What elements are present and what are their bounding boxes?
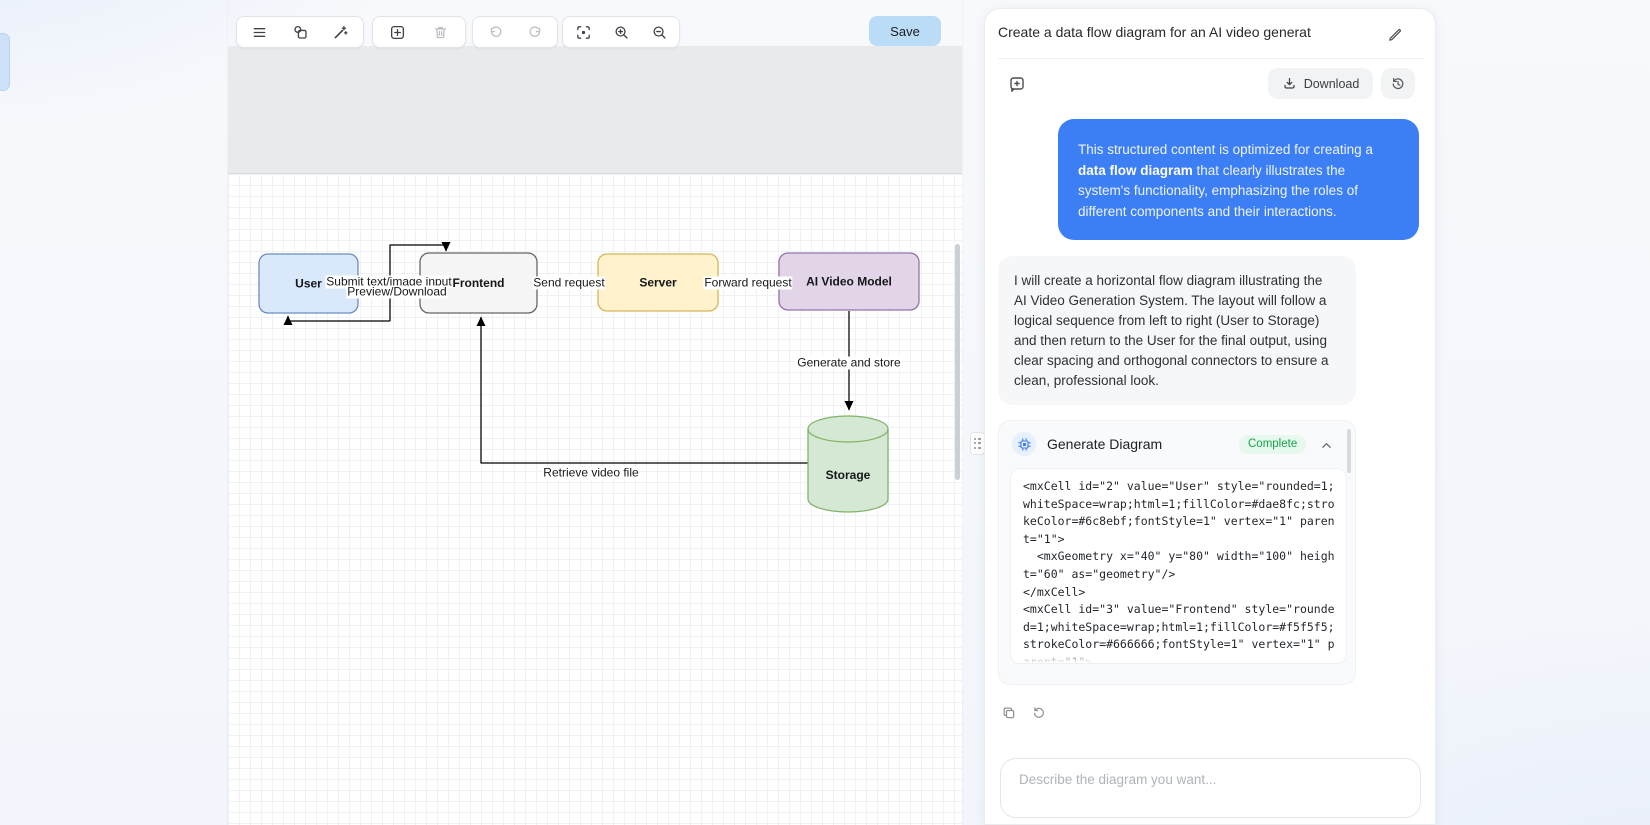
user-message-line: This structured content is optimized for… <box>1078 142 1373 157</box>
assistant-message-bubble: I will create a horizontal flow diagram … <box>998 256 1356 405</box>
tool-card-title: Generate Diagram <box>1047 436 1163 452</box>
shapes-button[interactable] <box>282 18 318 46</box>
zoom-in-icon <box>614 25 628 39</box>
drag-dots-icon <box>973 437 982 450</box>
panel-divider <box>998 58 1424 59</box>
chevron-up-icon <box>1321 442 1331 448</box>
shapes-icon <box>293 25 307 39</box>
undo-button[interactable] <box>477 18 513 46</box>
add-icon <box>391 25 405 39</box>
redo-button[interactable] <box>517 18 553 46</box>
copy-icon <box>1003 707 1015 719</box>
left-edge-tab[interactable] <box>0 33 10 91</box>
zoom-out-button[interactable] <box>641 18 677 46</box>
text-line: <mxCell id="2" value="User" style="round… <box>1023 479 1335 493</box>
fit-view-button[interactable] <box>565 18 601 46</box>
text-line: t="60" as="geometry"/> <box>1023 566 1176 581</box>
copy-button[interactable] <box>999 703 1019 723</box>
text-line: logical sequence from left to right (Use… <box>1014 313 1320 328</box>
pencil-icon <box>1388 28 1401 41</box>
undo-icon <box>490 25 501 37</box>
regenerate-button[interactable] <box>1029 703 1049 723</box>
chat-panel: Create a data flow diagram for an AI vid… <box>984 8 1436 825</box>
text-line: I will create a horizontal flow diagram … <box>1014 273 1323 288</box>
download-button[interactable]: Download <box>1268 68 1373 99</box>
toolbar-group-zoom <box>562 16 680 48</box>
chat-title: Create a data flow diagram for an AI vid… <box>998 24 1311 40</box>
edit-title-button[interactable] <box>1385 24 1405 44</box>
toolbar-group-main <box>236 16 364 48</box>
text-line: keColor=#6c8ebf;fontStyle=1" vertex="1" … <box>1023 514 1335 529</box>
user-message-line: system's functionality, emphasizing the … <box>1078 183 1358 198</box>
text-line: d=1;whiteSpace=wrap;html=1;fillColor=#f5… <box>1023 619 1335 634</box>
download-icon <box>1284 78 1295 89</box>
menu-icon <box>253 27 266 37</box>
panel-resize-handle[interactable] <box>970 432 985 455</box>
text-line: arent="1"> <box>1023 654 1093 664</box>
fit-view-icon <box>576 25 590 39</box>
user-message-line: data flow diagram that clearly illustrat… <box>1078 162 1346 178</box>
collapse-button[interactable] <box>1316 435 1336 455</box>
text-line: whiteSpace=wrap;html=1;fillColor=#dae8fc… <box>1023 496 1335 511</box>
composer-box[interactable] <box>1000 758 1421 818</box>
toolbar-group-edit <box>372 16 466 48</box>
zoom-in-button[interactable] <box>603 18 639 46</box>
cpu-chip-icon <box>1017 437 1031 451</box>
text-line: and then return to the User for the fina… <box>1014 333 1327 348</box>
new-chat-button[interactable] <box>1007 74 1027 94</box>
text-line: </mxCell> <box>1023 584 1086 599</box>
refresh-icon <box>1033 707 1044 718</box>
toolbar-group-history <box>472 16 558 48</box>
save-button[interactable]: Save <box>869 16 941 46</box>
diagram-canvas[interactable] <box>228 0 962 825</box>
generate-diagram-card: Generate Diagram Complete <mxCell id="2"… <box>998 420 1356 685</box>
menu-button[interactable] <box>242 18 278 46</box>
user-message-bubble: This structured content is optimized for… <box>1058 119 1419 240</box>
text-line: strokeColor=#666666;fontStyle=1" vertex=… <box>1023 637 1335 652</box>
text-line: AI Video Generation System. The layout w… <box>1014 293 1327 308</box>
history-icon <box>1392 77 1404 89</box>
diagram-code-block[interactable]: <mxCell id="2" value="User" style="round… <box>1010 468 1347 664</box>
add-comment-icon <box>1010 77 1024 92</box>
tool-chip-badge <box>1012 432 1036 456</box>
history-button[interactable] <box>1381 68 1415 99</box>
text-line: clean, professional look. <box>1014 373 1159 388</box>
diagram-prompt-input[interactable] <box>1017 771 1397 788</box>
delete-button[interactable] <box>422 18 458 46</box>
status-badge: Complete <box>1239 435 1307 454</box>
text-line: t="1"> <box>1023 531 1065 546</box>
canvas-grid-page[interactable] <box>228 174 962 825</box>
zoom-out-icon <box>652 25 666 39</box>
text-line: clear spacing and orthogonal connectors … <box>1014 353 1329 368</box>
user-message-line: different components and their interacti… <box>1078 203 1337 219</box>
add-node-button[interactable] <box>380 18 416 46</box>
trash-icon <box>434 26 446 38</box>
magic-wand-button[interactable] <box>323 18 359 46</box>
magic-wand-icon <box>334 25 348 38</box>
text-line: <mxCell id="3" value="Frontend" style="r… <box>1023 602 1335 617</box>
text-line: <mxGeometry x="40" y="80" width="100" he… <box>1023 549 1335 564</box>
download-label: Download <box>1303 76 1360 91</box>
canvas-offpage-area <box>228 46 962 174</box>
redo-icon <box>529 25 540 37</box>
canvas-vertical-scrollbar[interactable] <box>955 244 960 480</box>
code-scrollbar-thumb[interactable] <box>1347 429 1351 473</box>
